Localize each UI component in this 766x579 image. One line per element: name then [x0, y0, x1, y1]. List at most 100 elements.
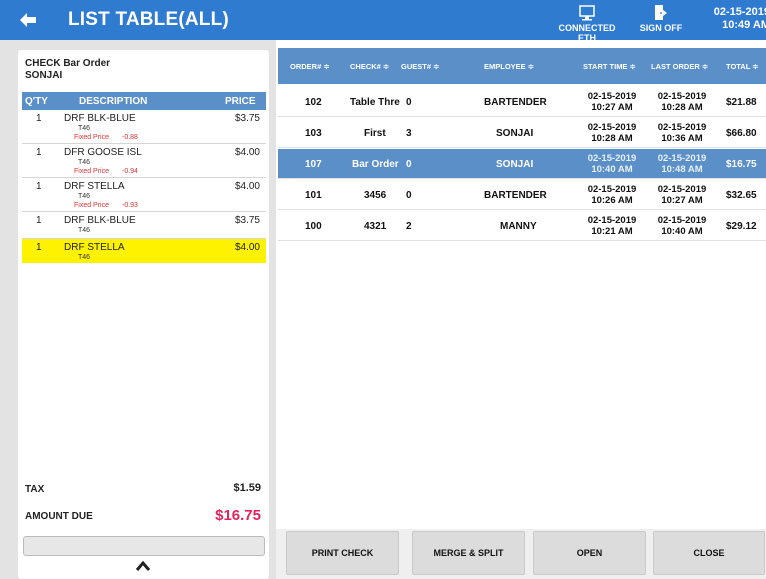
merge-split-button[interactable]: MERGE & SPLIT: [412, 531, 525, 575]
items-header: Q'TY DESCRIPTION PRICE: [22, 92, 266, 110]
start-date: 02-15-2019: [587, 153, 637, 164]
start-time: 02-15-2019 10:26 AM: [578, 184, 646, 206]
table-row-selected[interactable]: 107 Bar Order 0 SONJAI 02-15-2019 10:40 A…: [278, 149, 766, 179]
check-panel: CHECK Bar Order SONJAI Q'TY DESCRIPTION …: [0, 40, 276, 579]
start-time: 02-15-2019 10:28 AM: [578, 122, 646, 144]
start-clock: 10:27 AM: [591, 102, 633, 113]
list-item[interactable]: 1 DRF STELLA $4.00 T46 Fixed Price -0.93: [22, 178, 266, 212]
order-number: 102: [305, 97, 322, 108]
tax-value: $1.59: [233, 482, 261, 494]
start-date: 02-15-2019: [587, 91, 637, 102]
item-qty: 1: [36, 242, 42, 253]
total-header[interactable]: TOTAL ≑: [726, 62, 759, 71]
order-number: 100: [305, 221, 322, 232]
price-column-header: PRICE: [225, 96, 256, 107]
last-date: 02-15-2019: [657, 184, 707, 195]
guest-number-header[interactable]: GUEST# ≑: [401, 62, 439, 71]
item-fixed-value: -0.94: [122, 168, 138, 175]
start-date: 02-15-2019: [587, 122, 637, 133]
check-name: 4321: [364, 221, 387, 232]
action-bar: PRINT CHECK MERGE & SPLIT OPEN CLOSE: [276, 529, 766, 579]
employee: MANNY: [500, 221, 537, 232]
start-time: 02-15-2019 10:40 AM: [578, 153, 646, 175]
item-price: $3.75: [234, 215, 260, 226]
last-date: 02-15-2019: [657, 215, 707, 226]
guest-count: 0: [406, 190, 412, 201]
last-clock: 10:48 AM: [661, 164, 703, 175]
payment-bar[interactable]: [23, 536, 265, 556]
print-check-button[interactable]: PRINT CHECK: [286, 531, 399, 575]
start-clock: 10:21 AM: [591, 226, 633, 237]
order-total: $21.88: [726, 97, 757, 108]
amount-due-value: $16.75: [215, 507, 261, 524]
item-list: 1 DRF BLK-BLUE $3.75 T46 Fixed Price -0.…: [22, 110, 266, 263]
check-name: 3456: [364, 190, 387, 201]
start-time-header[interactable]: START TIME ≑: [583, 62, 636, 71]
check-header: CHECK Bar Order SONJAI: [25, 58, 110, 82]
orders-panel: ORDER# ≑ CHECK# ≑ GUEST# ≑ EMPLOYEE ≑ ST…: [276, 40, 766, 579]
start-date: 02-15-2019: [587, 215, 637, 226]
last-date: 02-15-2019: [657, 91, 707, 102]
check-name: First: [364, 128, 386, 139]
order-number-header[interactable]: ORDER# ≑: [290, 62, 330, 71]
list-item-selected[interactable]: 1 DRF STELLA $4.00 T46: [22, 239, 266, 263]
table-row[interactable]: 103 First 3 SONJAI 02-15-2019 10:28 AM 02…: [278, 118, 766, 148]
last-order-time: 02-15-2019 10:36 AM: [648, 122, 716, 144]
item-sub: T46: [78, 193, 91, 200]
list-item[interactable]: 1 DRF BLK-BLUE $3.75 T46: [22, 212, 266, 239]
item-qty: 1: [36, 147, 42, 158]
item-description: DFR GOOSE ISL: [64, 147, 142, 158]
check-server: SONJAI: [25, 70, 63, 81]
last-order-header[interactable]: LAST ORDER ≑: [651, 62, 708, 71]
table-row[interactable]: 101 3456 0 BARTENDER 02-15-2019 10:26 AM …: [278, 180, 766, 210]
top-bar: LIST TABLE(ALL) CONNECTED ETH SIGN OFF 0…: [0, 0, 766, 43]
guest-count: 0: [406, 159, 412, 170]
item-price: $4.00: [234, 181, 260, 192]
table-row[interactable]: 100 4321 2 MANNY 02-15-2019 10:21 AM 02-1…: [278, 211, 766, 241]
guest-count: 0: [406, 97, 412, 108]
start-clock: 10:40 AM: [591, 164, 633, 175]
start-clock: 10:26 AM: [591, 195, 633, 206]
order-number: 103: [305, 128, 322, 139]
start-date: 02-15-2019: [587, 184, 637, 195]
start-time: 02-15-2019 10:27 AM: [578, 91, 646, 113]
item-fixed-label: Fixed Price: [74, 202, 110, 209]
clock-time: 10:49 AM: [722, 19, 766, 31]
clock-date: 02-15-2019: [713, 6, 766, 18]
table-row[interactable]: 102 Table Thre 0 BARTENDER 02-15-2019 10:…: [278, 87, 766, 117]
item-fixed-value: -0.93: [122, 202, 138, 209]
start-clock: 10:28 AM: [591, 133, 633, 144]
employee: BARTENDER: [484, 190, 547, 201]
order-total: $66.80: [726, 128, 757, 139]
item-price: $4.00: [234, 242, 260, 253]
connected-eth-button[interactable]: CONNECTED ETH: [552, 4, 622, 43]
amount-due-label: AMOUNT DUE: [25, 511, 93, 522]
guest-count: 2: [406, 221, 412, 232]
employee: SONJAI: [496, 159, 534, 170]
item-sub: T46: [78, 227, 91, 234]
item-description: DRF STELLA: [64, 181, 125, 192]
list-item[interactable]: 1 DRF BLK-BLUE $3.75 T46 Fixed Price -0.…: [22, 110, 266, 144]
tax-label: TAX: [25, 484, 45, 495]
employee: SONJAI: [496, 128, 534, 139]
check-name: Table Thre: [350, 97, 400, 108]
check-card: CHECK Bar Order SONJAI Q'TY DESCRIPTION …: [18, 50, 269, 579]
sign-off-button[interactable]: SIGN OFF: [636, 4, 686, 33]
check-number-header[interactable]: CHECK# ≑: [350, 62, 389, 71]
chevron-up-icon[interactable]: [135, 560, 151, 572]
qty-column-header: Q'TY: [25, 96, 48, 107]
open-button[interactable]: OPEN: [533, 531, 646, 575]
last-clock: 10:40 AM: [661, 226, 703, 237]
list-item[interactable]: 1 DFR GOOSE ISL $4.00 T46 Fixed Price -0…: [22, 144, 266, 178]
item-sub: T46: [78, 254, 91, 261]
start-time: 02-15-2019 10:21 AM: [578, 215, 646, 237]
item-price: $4.00: [234, 147, 260, 158]
description-column-header: DESCRIPTION: [79, 96, 148, 107]
employee-header[interactable]: EMPLOYEE ≑: [484, 62, 534, 71]
check-name: Bar Order: [352, 159, 399, 170]
sign-off-label: SIGN OFF: [639, 23, 683, 33]
item-description: DRF BLK-BLUE: [64, 215, 136, 226]
item-qty: 1: [36, 215, 42, 226]
back-arrow-icon[interactable]: [18, 10, 38, 30]
close-button[interactable]: CLOSE: [653, 531, 765, 575]
